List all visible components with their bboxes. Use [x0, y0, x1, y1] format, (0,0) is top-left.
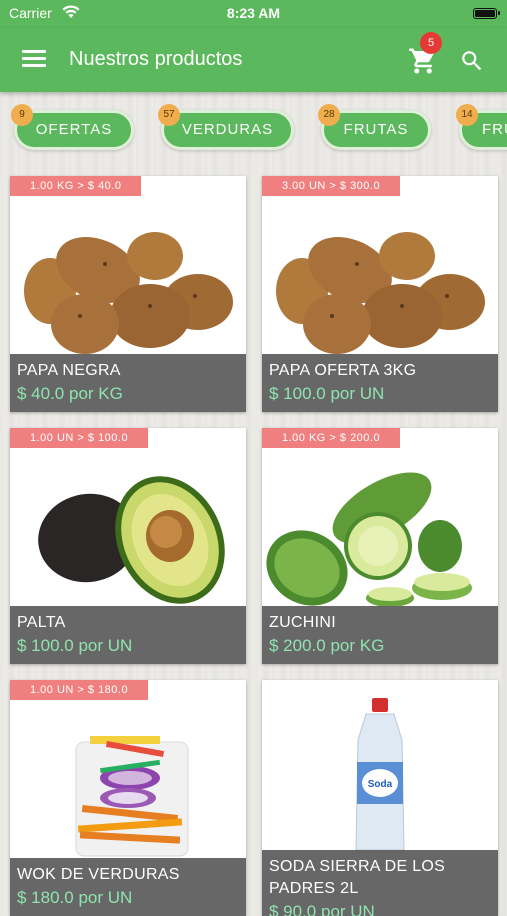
product-name: WOK DE VERDURAS — [17, 866, 180, 883]
promo-badge: 1.00 KG > $ 200.0 — [262, 428, 401, 448]
product-info: SODA SIERRA DE LOS PADRES 2L $ 90.0 por … — [262, 850, 498, 916]
product-info: PAPA NEGRA $ 40.0 por KG — [10, 354, 246, 412]
product-card[interactable]: 1.00 UN > $ 180.0 WOK DE VERDURAS $ 180.… — [10, 680, 246, 916]
product-name: ZUCHINI — [269, 614, 336, 631]
product-name: PAPA OFERTA 3KG — [269, 362, 417, 379]
product-card[interactable]: 1.00 UN > $ 100.0 PALTA $ 100.0 por UN — [10, 428, 246, 664]
category-count-badge: 9 — [11, 104, 33, 126]
product-info: ZUCHINI $ 200.0 por KG — [262, 606, 498, 664]
product-info: PALTA $ 100.0 por UN — [10, 606, 246, 664]
product-price: $ 90.0 por UN — [269, 902, 375, 916]
product-price: $ 100.0 por UN — [269, 384, 385, 403]
promo-badge: 1.00 KG > $ 40.0 — [10, 176, 142, 196]
product-card[interactable]: 3.00 UN > $ 300.0 PAPA OFERTA 3KG $ 100.… — [262, 176, 498, 412]
product-price: $ 180.0 por UN — [17, 888, 133, 907]
product-card[interactable]: 1.00 KG > $ 200.0 ZUCHINI $ 200.0 por KG — [262, 428, 498, 664]
soda-bottle-image: Soda — [355, 698, 405, 851]
product-price: $ 200.0 por KG — [269, 636, 385, 655]
clock: 8:23 AM — [226, 5, 281, 21]
page-title: Nuestros productos — [69, 48, 243, 70]
product-info: WOK DE VERDURAS $ 180.0 por UN — [10, 858, 246, 916]
category-count-badge: 28 — [318, 104, 340, 126]
cart-count-badge: 5 — [420, 32, 442, 54]
product-price: $ 40.0 por KG — [17, 384, 123, 403]
product-info: PAPA OFERTA 3KG $ 100.0 por UN — [262, 354, 498, 412]
promo-badge: 1.00 UN > $ 100.0 — [10, 428, 149, 448]
zucchini-image — [266, 472, 472, 606]
status-bar: Carrier 8:23 AM — [0, 0, 507, 28]
category-bar: OFERTAS 9 VERDURAS 57 FRUTAS 28 FRU 14 — [0, 100, 507, 160]
category-label: OFERTAS — [35, 121, 113, 138]
promo-badge: 1.00 UN > $ 180.0 — [10, 680, 149, 700]
product-name: SODA SIERRA DE LOS PADRES 2L — [269, 858, 446, 897]
potatoes-image — [24, 232, 233, 354]
svg-text:Soda: Soda — [368, 779, 393, 790]
avocado-image — [38, 476, 225, 604]
search-icon[interactable] — [459, 48, 485, 74]
product-card[interactable]: Soda SODA SIERRA DE LOS PADRES 2L $ 90.0… — [262, 680, 498, 916]
potatoes-image — [276, 232, 485, 354]
category-count-badge: 14 — [456, 104, 478, 126]
category-chip-verduras[interactable]: VERDURAS — [161, 110, 294, 150]
promo-badge: 3.00 UN > $ 300.0 — [262, 176, 401, 196]
vegetable-wok-image — [75, 736, 189, 857]
app-bar: Nuestros productos 5 — [0, 28, 507, 92]
product-price: $ 100.0 por UN — [17, 636, 133, 655]
category-label: FRUTAS — [343, 121, 409, 138]
product-name: PAPA NEGRA — [17, 362, 121, 379]
product-card[interactable]: 1.00 KG > $ 40.0 PAPA NEGRA $ 40.0 por K… — [10, 176, 246, 412]
menu-icon[interactable] — [22, 50, 46, 68]
category-label: VERDURAS — [181, 121, 274, 138]
battery-icon — [473, 8, 500, 19]
product-name: PALTA — [17, 614, 66, 631]
category-count-badge: 57 — [158, 104, 180, 126]
category-label: FRU — [482, 121, 507, 138]
